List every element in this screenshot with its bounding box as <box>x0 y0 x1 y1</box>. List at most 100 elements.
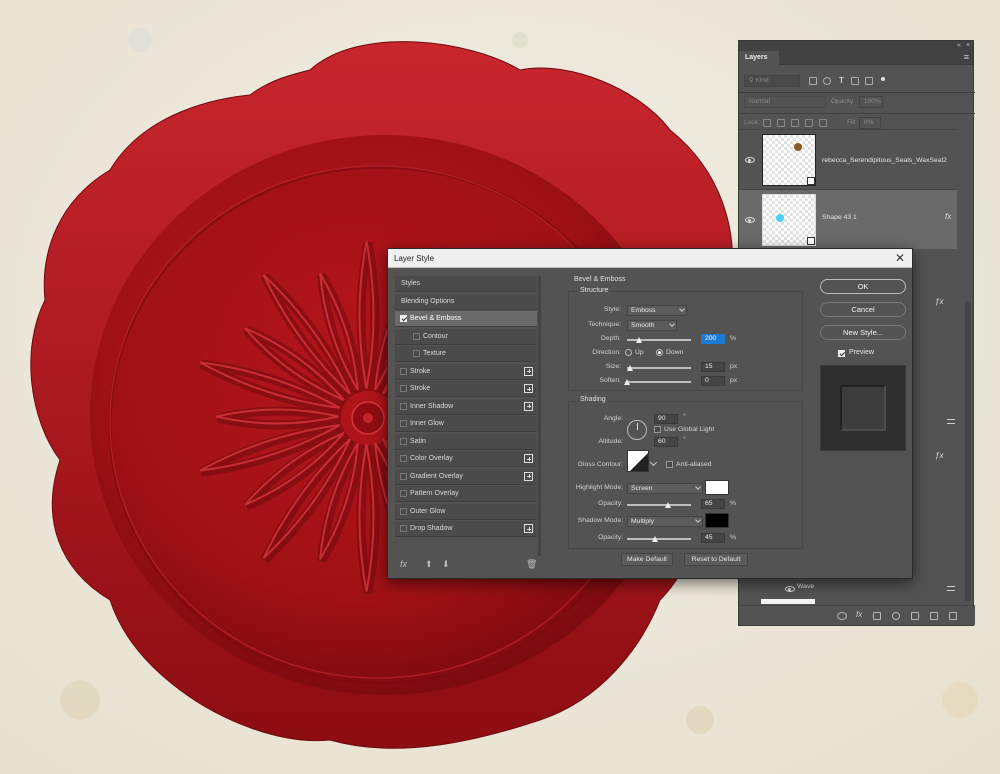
ok-button[interactable]: OK <box>820 279 906 294</box>
style-list-item[interactable]: Outer Glow <box>395 503 537 520</box>
highlight-opacity-track[interactable] <box>627 504 691 506</box>
soften-slider-track[interactable] <box>627 381 691 383</box>
filter-toggle-icon[interactable] <box>881 77 885 81</box>
collapse-icon[interactable]: « <box>957 41 961 51</box>
cancel-button[interactable]: Cancel <box>820 302 906 317</box>
new-group-folder-icon[interactable] <box>911 612 919 620</box>
shape-filter-icon[interactable] <box>851 77 859 85</box>
style-checkbox[interactable] <box>400 315 407 322</box>
angle-dial[interactable] <box>627 420 647 440</box>
adjustment-layer-icon[interactable] <box>892 612 900 620</box>
style-checkbox[interactable] <box>413 350 420 357</box>
shadow-opacity-field[interactable]: 45 <box>701 533 725 543</box>
style-list-item[interactable]: Styles <box>395 276 537 292</box>
gloss-contour-swatch[interactable] <box>627 450 649 472</box>
style-list-item[interactable]: Contour <box>395 328 537 345</box>
style-checkbox[interactable] <box>400 525 407 532</box>
style-checkbox[interactable] <box>400 437 407 445</box>
style-list-item[interactable]: Bevel & Emboss <box>395 311 537 327</box>
style-list-item[interactable]: Satin <box>395 433 537 450</box>
add-effect-plus-icon[interactable] <box>524 454 533 463</box>
fill-field[interactable]: 0% <box>859 117 881 129</box>
size-field[interactable]: 15 <box>701 362 725 372</box>
arrow-up-icon[interactable]: ⬆ <box>425 559 433 570</box>
fx-icon[interactable]: fx <box>400 559 407 569</box>
visibility-eye-icon[interactable] <box>785 586 795 592</box>
style-checkbox[interactable] <box>400 507 407 515</box>
style-list-item[interactable]: Pattern Overlay <box>395 486 537 502</box>
adjustment-filter-icon[interactable] <box>823 77 831 85</box>
style-checkbox[interactable] <box>400 402 407 410</box>
style-list-item[interactable]: Drop Shadow <box>395 521 537 537</box>
style-list-item[interactable]: Inner Shadow <box>395 398 537 415</box>
shadow-opacity-track[interactable] <box>627 538 691 540</box>
trash-icon[interactable] <box>949 612 957 620</box>
lock-transparent-icon[interactable] <box>763 119 771 127</box>
preview-checkbox[interactable] <box>838 350 845 357</box>
soften-field[interactable]: 0 <box>701 376 725 386</box>
style-checkbox[interactable] <box>400 455 407 462</box>
shadow-color-swatch[interactable] <box>705 513 729 528</box>
highlight-opacity-thumb[interactable] <box>665 502 672 508</box>
style-checkbox[interactable] <box>413 332 420 340</box>
layer-name[interactable]: rebecca_Serendipitous_Seals_WaxSeal2 <box>822 157 947 164</box>
style-checkbox[interactable] <box>400 420 407 427</box>
styles-list-scrollbar[interactable] <box>538 276 541 556</box>
size-slider-thumb[interactable] <box>627 365 634 371</box>
link-layers-icon[interactable] <box>837 612 847 620</box>
add-effect-plus-icon[interactable] <box>524 401 533 411</box>
add-effect-plus-icon[interactable] <box>524 384 533 393</box>
style-list-item[interactable]: Texture <box>395 346 537 362</box>
fx-icon[interactable]: ƒx <box>935 451 943 460</box>
add-effect-plus-icon[interactable] <box>524 366 533 376</box>
fx-icon[interactable]: fx <box>945 212 951 221</box>
style-checkbox[interactable] <box>400 367 407 375</box>
angle-field[interactable]: 90 <box>654 414 678 424</box>
style-list-item[interactable]: Stroke <box>395 363 537 380</box>
lock-pixels-icon[interactable] <box>777 119 785 127</box>
layer-row-selected[interactable]: Shape 43 1 fx <box>739 189 957 249</box>
shadow-mode-dropdown[interactable]: Multiply <box>627 516 703 527</box>
anti-aliased-checkbox[interactable] <box>666 461 673 468</box>
lock-all-icon[interactable] <box>819 119 827 127</box>
technique-dropdown[interactable]: Smooth <box>627 320 677 331</box>
tab-layers[interactable]: Layers <box>739 51 779 65</box>
style-list-item[interactable]: Gradient Overlay <box>395 468 537 485</box>
effect-name[interactable]: Wave <box>797 583 814 590</box>
pixel-filter-icon[interactable] <box>809 77 817 85</box>
close-icon[interactable]: × <box>966 41 970 51</box>
new-layer-icon[interactable] <box>930 612 938 620</box>
altitude-field[interactable]: 60 <box>654 437 678 447</box>
style-list-item[interactable]: Color Overlay <box>395 451 537 467</box>
highlight-opacity-field[interactable]: 65 <box>701 499 725 509</box>
panel-menu-icon[interactable]: ≡ <box>964 53 969 62</box>
direction-down-radio[interactable] <box>656 349 663 356</box>
lock-artboard-icon[interactable] <box>805 119 813 127</box>
trash-icon[interactable]: 🗑 <box>526 559 537 570</box>
visibility-eye-icon[interactable] <box>745 217 755 223</box>
layer-row[interactable]: rebecca_Serendipitous_Seals_WaxSeal2 <box>739 129 957 189</box>
fx-icon[interactable]: ƒx <box>935 297 943 306</box>
effects-icon[interactable] <box>947 419 955 424</box>
direction-up-radio[interactable] <box>625 349 632 356</box>
visibility-eye-icon[interactable] <box>745 157 755 163</box>
reset-to-default-button[interactable]: Reset to Default <box>684 553 748 566</box>
add-effect-plus-icon[interactable] <box>524 524 533 533</box>
add-effect-plus-icon[interactable] <box>524 471 533 481</box>
close-icon[interactable]: ✕ <box>895 251 905 265</box>
layers-scrollbar[interactable] <box>965 301 971 601</box>
style-checkbox[interactable] <box>400 385 407 392</box>
style-list-item[interactable]: Blending Options <box>395 293 537 310</box>
depth-field[interactable]: 200 <box>701 334 725 344</box>
lock-position-icon[interactable] <box>791 119 799 127</box>
effects-icon[interactable] <box>947 586 955 591</box>
style-checkbox[interactable] <box>400 490 407 497</box>
make-default-button[interactable]: Make Default <box>621 553 673 566</box>
layer-name[interactable]: Shape 43 1 <box>822 214 857 221</box>
highlight-mode-dropdown[interactable]: Screen <box>627 483 703 494</box>
blend-mode-dropdown[interactable]: Normal <box>744 96 826 108</box>
add-mask-icon[interactable] <box>873 612 881 620</box>
use-global-light-checkbox[interactable] <box>654 426 661 433</box>
highlight-color-swatch[interactable] <box>705 480 729 495</box>
size-slider-track[interactable] <box>627 367 691 369</box>
